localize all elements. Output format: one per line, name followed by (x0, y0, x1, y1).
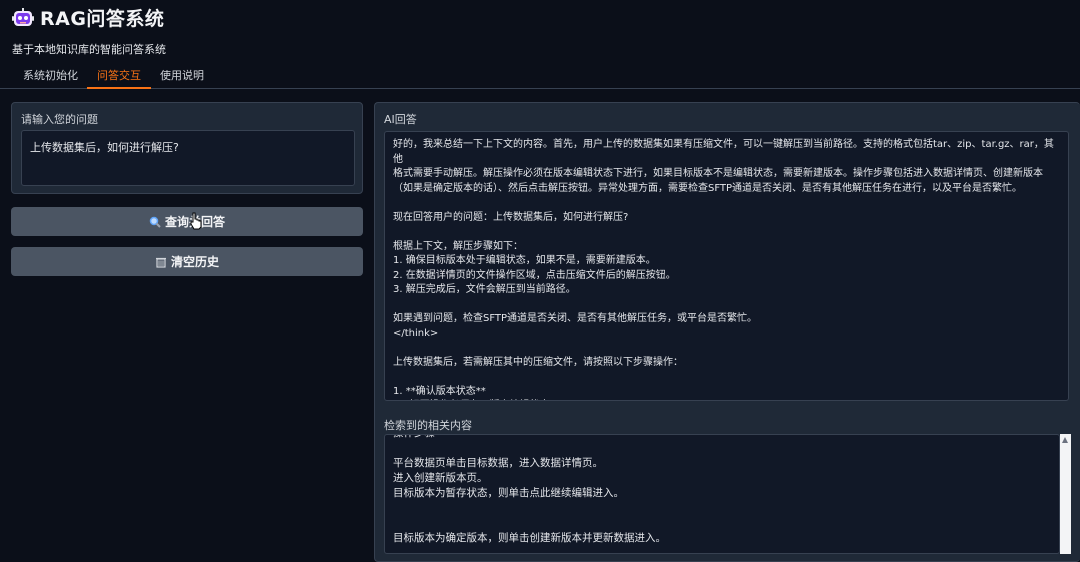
answer-line: </think> (393, 327, 439, 339)
question-label: 请输入您的问题 (21, 113, 98, 126)
context-line: 目标版本为暂存状态，则单击点此继续编辑进入。 (393, 487, 624, 499)
answer-line: 好的，我来总结一下上下文的内容。首先，用户上传的数据集如果有压缩文件，可以一键解… (393, 139, 1054, 165)
context-label: 检索到的相关内容 (384, 419, 472, 432)
answer-line (393, 341, 1060, 356)
context-line: 操作步骤 (393, 435, 1051, 441)
query-button[interactable]: 查询并回答 (11, 207, 363, 236)
context-scrollbar[interactable] (1060, 434, 1071, 554)
context-line: 平台数据页单击目标数据，进入数据详情页。 (393, 457, 603, 469)
clear-history-button[interactable]: 清空历史 (11, 247, 363, 276)
robot-icon (12, 7, 34, 26)
app-title: RAG问答系统 (40, 8, 165, 30)
answer-line (393, 298, 1060, 313)
answer-line: 1. **确认版本状态** (393, 385, 486, 397)
context-line (393, 441, 1051, 456)
answer-line (393, 225, 1060, 240)
clear-history-label: 清空历史 (170, 255, 219, 269)
answer-output: 好的，我来总结一下上下文的内容。首先，用户上传的数据集如果有压缩文件，可以一键解… (384, 131, 1069, 401)
answer-line (393, 196, 1060, 211)
tab-system-init[interactable]: 系统初始化 (23, 64, 78, 87)
answer-line: 1. 确保目标版本处于编辑状态，如果不是，需要新建版本。 (393, 255, 656, 266)
tab-qa-interaction[interactable]: 问答交互 (87, 64, 151, 89)
context-line (393, 516, 1051, 531)
scroll-up-icon[interactable] (1062, 437, 1068, 443)
app-subtitle: 基于本地知识库的智能问答系统 (12, 43, 166, 56)
context-line: 进入创建新版本页。 (393, 472, 488, 484)
answer-line: （如果是确定版本的话）、然后点击解压按钮。异常处理方面，需要检查SFTP通道是否… (393, 182, 1023, 194)
answer-line: 根据上下文，解压步骤如下： (393, 240, 523, 252)
tab-instructions[interactable]: 使用说明 (160, 64, 204, 87)
trash-icon (155, 256, 167, 268)
context-line (393, 501, 1051, 516)
answer-line: - 解压操作必须在**版本编辑状态** (393, 399, 1060, 400)
magnifier-icon (149, 216, 161, 228)
answer-panel: AI回答 好的，我来总结一下上下文的内容。首先，用户上传的数据集如果有压缩文件，… (374, 102, 1080, 562)
question-panel: 请输入您的问题 上传数据集后，如何进行解压? (11, 102, 363, 194)
answer-line: 上传数据集后，若需解压其中的压缩文件，请按照以下步骤操作： (393, 356, 683, 368)
question-input[interactable]: 上传数据集后，如何进行解压? (21, 130, 355, 186)
context-output[interactable]: 操作步骤 平台数据页单击目标数据，进入数据详情页。进入创建新版本页。目标版本为暂… (384, 434, 1060, 554)
answer-line: 格式需要手动解压。解压操作必须在版本编辑状态下进行，如果目标版本不是编辑状态，需… (393, 168, 1043, 179)
hand-cursor-icon (190, 212, 202, 230)
answer-line: 2. 在数据详情页的文件操作区域，点击压缩文件后的解压按钮。 (393, 269, 676, 281)
answer-line: 现在回答用户的问题：上传数据集后，如何进行解压? (393, 211, 629, 223)
answer-label: AI回答 (384, 113, 417, 126)
app-header: RAG问答系统 (12, 4, 164, 31)
tab-bar: 系统初始化 问答交互 使用说明 (0, 64, 1080, 89)
answer-line: 如果遇到问题，检查SFTP通道是否关闭、是否有其他解压任务，或平台是否繁忙。 (393, 313, 758, 324)
answer-line: 3. 解压完成后，文件会解压到当前路径。 (393, 284, 576, 295)
context-line: 目标版本为确定版本，则单击创建新版本并更新数据进入。 (393, 532, 666, 544)
answer-line (393, 370, 1060, 385)
